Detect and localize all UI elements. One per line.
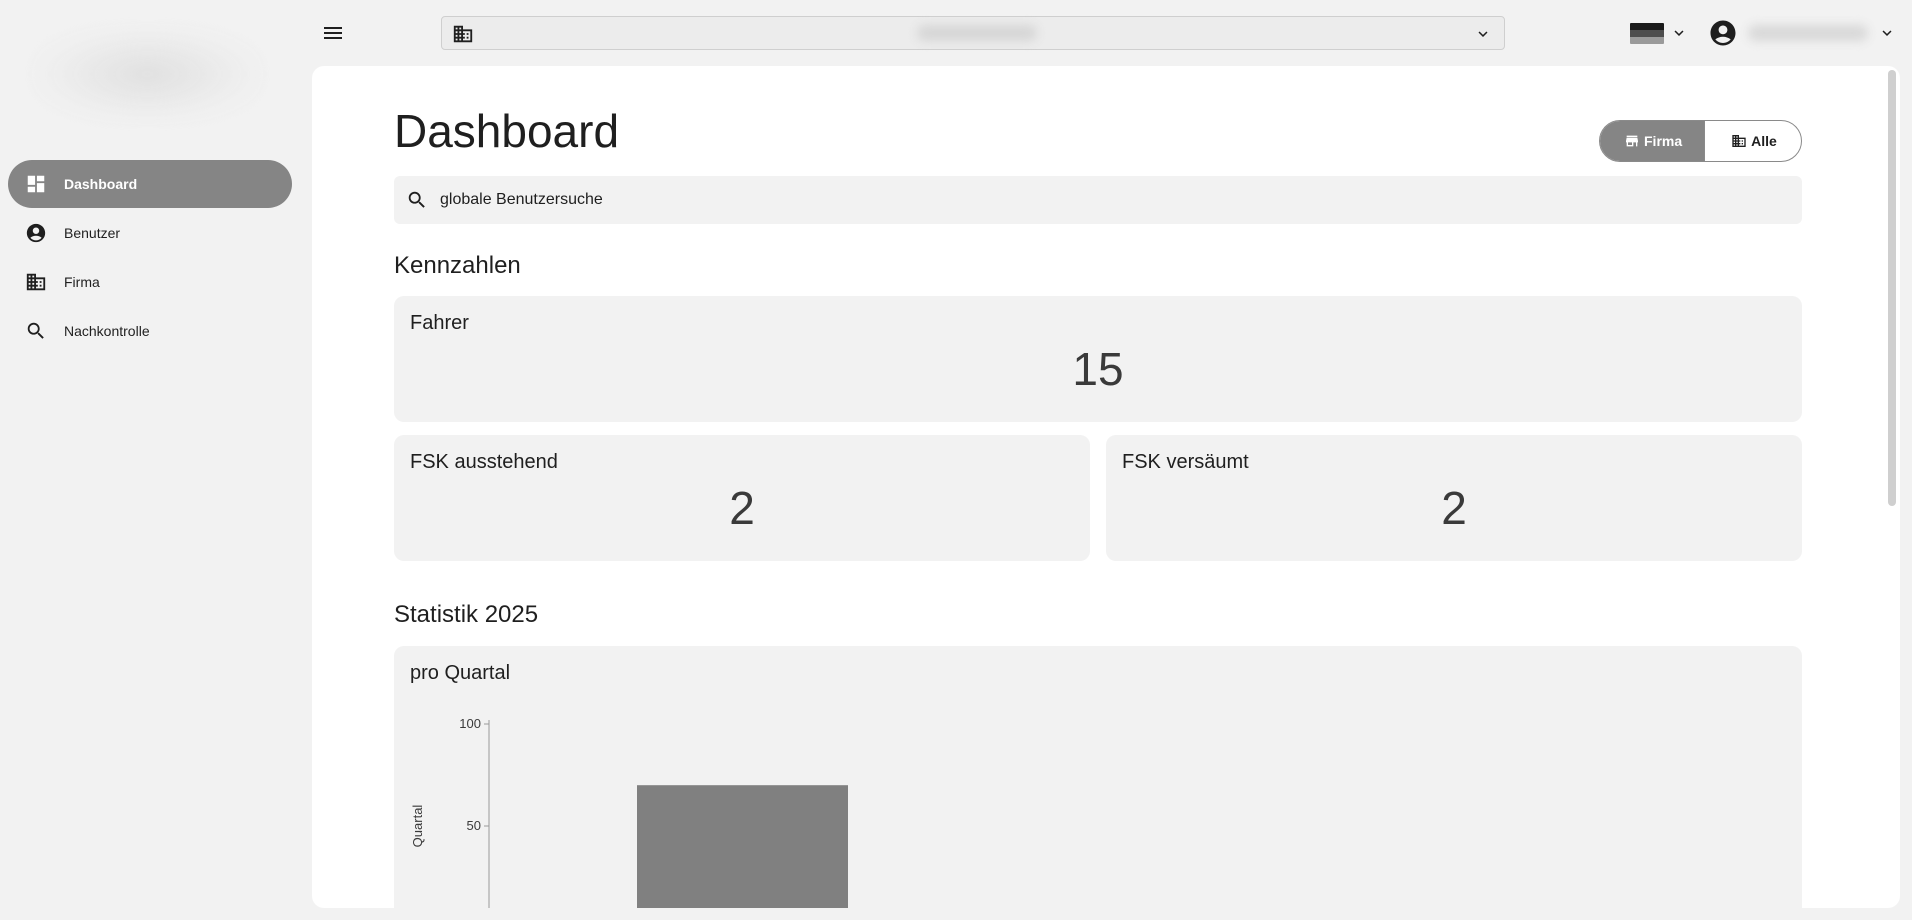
kpi-value: 2: [729, 482, 755, 534]
store-icon: [1626, 135, 1638, 147]
y-axis-label: Quartal: [410, 805, 425, 848]
language-select[interactable]: [1630, 20, 1688, 46]
y-tick-label: 50: [467, 818, 481, 833]
chart-card-pro-quartal: pro Quartal 100 50 Quartal: [394, 646, 1802, 908]
main-content: Dashboard Firma Alle Kennzahlen Fahrer 1…: [312, 66, 1900, 908]
kpi-card-fahrer[interactable]: Fahrer 15: [394, 296, 1802, 422]
y-tick-label: 100: [459, 716, 481, 731]
organization-select[interactable]: [441, 16, 1505, 50]
kpi-card-fsk-ausstehend[interactable]: FSK ausstehend 2: [394, 435, 1090, 561]
global-user-search: [394, 176, 1802, 224]
kpi-value: 15: [1072, 343, 1124, 395]
search-icon: [24, 319, 48, 343]
user-name-redacted: [1748, 25, 1868, 41]
scope-toggle-alle[interactable]: Alle: [1704, 121, 1801, 161]
domain-icon: [24, 270, 48, 294]
scope-toggle-label: Alle: [1751, 133, 1777, 149]
account-circle-icon: [24, 221, 48, 245]
search-icon: [408, 191, 425, 208]
domain-icon: [453, 25, 473, 43]
kpi-label: FSK versäumt: [1122, 451, 1249, 473]
page-title: Dashboard: [394, 105, 620, 157]
menu-icon: [324, 27, 342, 39]
sidebar-item-label: Firma: [64, 274, 100, 290]
bar-chart: 100 50 Quartal: [410, 716, 848, 908]
kpi-value: 2: [1441, 482, 1467, 534]
app-logo: [30, 24, 265, 124]
sidebar-item-firma[interactable]: Firma: [8, 258, 292, 306]
kpi-section-title: Kennzahlen: [394, 252, 521, 279]
menu-button[interactable]: [318, 18, 348, 48]
scope-toggle-label: Firma: [1644, 133, 1683, 149]
dashboard-icon: [24, 172, 48, 196]
flag-de-icon: [1630, 22, 1664, 44]
kpi-card-fsk-versaeumt[interactable]: FSK versäumt 2: [1106, 435, 1802, 561]
sidebar-nav: Dashboard Benutzer Firma Nachkontrolle: [8, 160, 292, 356]
sidebar-item-nachkontrolle[interactable]: Nachkontrolle: [8, 307, 292, 355]
chevron-down-icon: [1674, 30, 1684, 36]
stats-section-title: Statistik 2025: [394, 601, 539, 628]
chart-bar: [637, 785, 848, 908]
user-menu[interactable]: [1708, 16, 1896, 50]
search-input[interactable]: [440, 191, 1740, 209]
account-circle-icon: [1710, 20, 1736, 46]
sidebar-item-label: Nachkontrolle: [64, 323, 150, 339]
chevron-down-icon: [1478, 31, 1488, 37]
sidebar-item-label: Benutzer: [64, 225, 121, 241]
domain-icon: [1732, 135, 1746, 147]
sidebar-item-dashboard[interactable]: Dashboard: [8, 160, 292, 208]
sidebar-item-benutzer[interactable]: Benutzer: [8, 209, 292, 257]
sidebar-item-label: Dashboard: [64, 176, 138, 192]
chevron-down-icon: [1882, 30, 1892, 36]
scope-toggle-firma[interactable]: Firma: [1600, 121, 1705, 161]
kpi-label: FSK ausstehend: [410, 451, 558, 473]
sidebar: Dashboard Benutzer Firma Nachkontrolle: [0, 0, 300, 920]
scope-toggle: Firma Alle: [1599, 120, 1802, 162]
kpi-label: Fahrer: [410, 312, 469, 334]
scrollbar[interactable]: [1888, 70, 1896, 506]
organization-name-redacted: [917, 25, 1037, 41]
